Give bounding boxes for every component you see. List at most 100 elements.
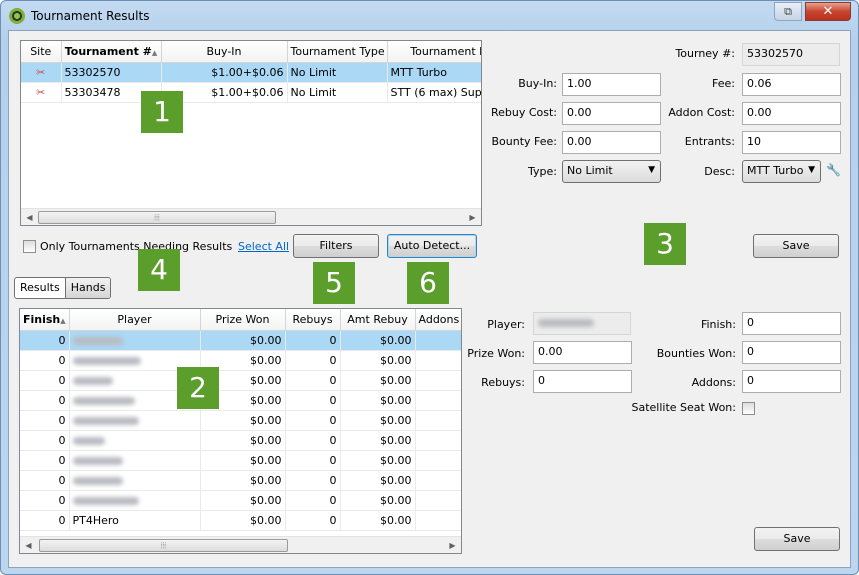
addon-cost-label: Addon Cost:	[668, 106, 735, 119]
tournament-row[interactable]: ✂ 53302570 $1.00+$0.06 No Limit MTT Turbo	[21, 62, 481, 83]
addons-cell	[415, 470, 461, 491]
fee-field[interactable]: 0.06	[742, 73, 841, 96]
rebuys-cell: 0	[285, 370, 341, 391]
scroll-right-icon[interactable]: ▶	[444, 537, 461, 553]
tab-hands[interactable]: Hands	[64, 278, 111, 298]
col-header-amt-rebuy[interactable]: Amt Rebuy	[340, 309, 416, 331]
select-all-link[interactable]: Select All	[238, 240, 289, 253]
rebuy-cost-label: Rebuy Cost:	[490, 106, 557, 119]
col-header-tournament-number[interactable]: Tournament #▲	[61, 41, 162, 63]
scroll-thumb[interactable]: ⦙⦙⦙	[38, 211, 276, 224]
tourney-number-label: Tourney #:	[675, 47, 735, 60]
wrench-icon[interactable]: 🔧	[826, 163, 841, 177]
result-row[interactable]: 0 PT4Hero $0.00 0 $0.00	[20, 510, 461, 531]
buy-in-label: Buy-In:	[518, 77, 557, 90]
prize-won-cell: $0.00	[200, 330, 286, 351]
results-hscrollbar[interactable]: ◀ ⦙⦙⦙ ▶	[20, 536, 461, 553]
entrants-field[interactable]: 10	[742, 131, 841, 154]
addons-cell	[415, 390, 461, 411]
rebuys-field[interactable]: 0	[533, 370, 632, 393]
addons-field[interactable]: 0	[742, 370, 841, 393]
addon-cost-field[interactable]: 0.00	[742, 102, 841, 125]
tournament-number-cell: 53302570	[61, 62, 162, 83]
col-header-site[interactable]: Site	[21, 41, 62, 63]
col-header-finish[interactable]: Finish▲	[20, 309, 70, 331]
prize-won-field[interactable]: 0.00	[533, 341, 632, 364]
tourney-save-button[interactable]: Save	[753, 234, 839, 258]
player-save-button[interactable]: Save	[754, 527, 840, 551]
bounties-won-label: Bounties Won:	[656, 347, 736, 360]
result-row[interactable]: 0 $0.00 0 $0.00	[20, 370, 461, 391]
tournament-desc-cell: MTT Turbo	[387, 62, 481, 83]
addons-cell	[415, 410, 461, 431]
restore-button[interactable]: ⧉	[774, 2, 802, 21]
finish-cell: 0	[20, 350, 70, 371]
satellite-seat-won-checkbox[interactable]	[742, 402, 755, 415]
buy-in-field[interactable]: 1.00	[562, 73, 661, 96]
tournament-row[interactable]: ✂ 53303478 $1.00+$0.06 No Limit STT (6 max) …	[21, 82, 481, 103]
result-row[interactable]: 0 $0.00 0 $0.00	[20, 410, 461, 431]
only-needing-results-label: Only Tournaments Needing Results	[40, 240, 233, 253]
blurred-player-name	[72, 416, 139, 425]
result-row[interactable]: 0 $0.00 0 $0.00	[20, 450, 461, 471]
entrants-label: Entrants:	[684, 135, 735, 148]
player-label: Player:	[487, 318, 525, 331]
blurred-player-name	[72, 436, 105, 445]
chevron-down-icon: ▼	[648, 165, 655, 175]
blurred-player-name	[72, 456, 123, 465]
addons-cell	[415, 370, 461, 391]
auto-detect-button[interactable]: Auto Detect...	[387, 234, 477, 258]
addons-cell	[415, 330, 461, 351]
col-header-tournament-type[interactable]: Tournament Type	[287, 41, 388, 63]
result-row[interactable]: 0 $0.00 0 $0.00	[20, 470, 461, 491]
marker-1: 1	[141, 91, 183, 133]
view-toggle: Results Hands	[14, 277, 112, 299]
only-needing-results-checkbox[interactable]	[23, 240, 36, 253]
desc-select-value: MTT Turbo	[747, 164, 804, 177]
blurred-player-name	[72, 376, 113, 385]
scroll-thumb[interactable]: ⦙⦙⦙	[39, 539, 288, 552]
tournament-hscrollbar[interactable]: ◀ ⦙⦙⦙ ▶	[21, 208, 481, 225]
scroll-left-icon[interactable]: ◀	[21, 209, 38, 225]
finish-cell: 0	[20, 410, 70, 431]
fee-label: Fee:	[712, 77, 735, 90]
bounties-won-field[interactable]: 0	[742, 341, 841, 364]
site-cell: ✂	[21, 62, 62, 83]
addons-cell	[415, 450, 461, 471]
rebuys-label: Rebuys:	[481, 376, 525, 389]
result-row[interactable]: 0 $0.00 0 $0.00	[20, 330, 461, 351]
player-name: PT4Hero	[72, 513, 119, 527]
col-header-prize-won[interactable]: Prize Won	[200, 309, 286, 331]
filters-button[interactable]: Filters	[293, 234, 379, 258]
close-button[interactable]: ✕	[805, 2, 851, 21]
result-row[interactable]: 0 $0.00 0 $0.00	[20, 350, 461, 371]
prize-won-cell: $0.00	[200, 430, 286, 451]
col-header-addons[interactable]: Addons	[415, 309, 461, 331]
col-header-tournament-desc[interactable]: Tournament D	[387, 41, 481, 63]
col-header-buy-in[interactable]: Buy-In	[161, 41, 288, 63]
player-field	[533, 312, 631, 335]
result-row[interactable]: 0 $0.00 0 $0.00	[20, 490, 461, 511]
col-header-rebuys[interactable]: Rebuys	[285, 309, 341, 331]
player-cell	[69, 330, 201, 351]
prize-won-cell: $0.00	[200, 410, 286, 431]
result-row[interactable]: 0 $0.00 0 $0.00	[20, 390, 461, 411]
col-header-player[interactable]: Player	[69, 309, 201, 331]
result-row[interactable]: 0 $0.00 0 $0.00	[20, 430, 461, 451]
amt-rebuy-cell: $0.00	[340, 390, 416, 411]
type-select[interactable]: No Limit ▼	[562, 160, 661, 183]
amt-rebuy-cell: $0.00	[340, 430, 416, 451]
scroll-right-icon[interactable]: ▶	[464, 209, 481, 225]
amt-rebuy-cell: $0.00	[340, 410, 416, 431]
player-cell: PT4Hero	[69, 510, 201, 531]
bounty-fee-field[interactable]: 0.00	[562, 131, 661, 154]
desc-select[interactable]: MTT Turbo ▼	[742, 160, 821, 183]
scroll-left-icon[interactable]: ◀	[20, 537, 37, 553]
tournament-table: Site Tournament #▲ Buy-In Tournament Typ…	[21, 41, 481, 103]
marker-5: 5	[313, 262, 355, 304]
tab-results[interactable]: Results	[15, 278, 65, 298]
finish-field[interactable]: 0	[742, 312, 841, 335]
satellite-seat-won-label: Satellite Seat Won:	[631, 401, 737, 414]
rebuy-cost-field[interactable]: 0.00	[562, 102, 661, 125]
sort-asc-icon: ▲	[60, 316, 66, 325]
